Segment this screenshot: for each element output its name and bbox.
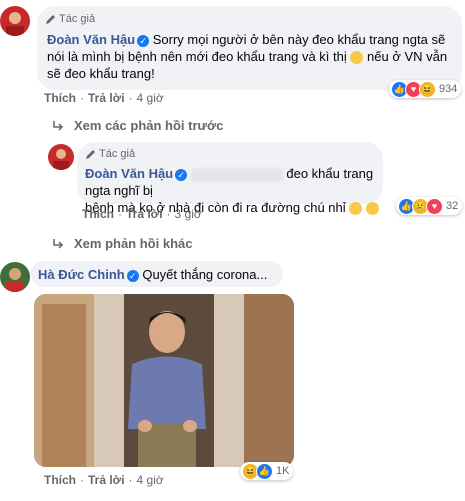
reaction-summary[interactable]: 👍 😢 ♥ 32 (396, 197, 463, 215)
reply-link[interactable]: Trả lời (88, 91, 125, 105)
separator-dot: · (80, 473, 84, 487)
comment-photo[interactable] (34, 294, 294, 467)
profile-photo (0, 6, 30, 36)
love-reaction-icon: ♥ (426, 197, 443, 215)
comment-text-line3: sẽ đeo khẩu trang! (47, 66, 155, 81)
reaction-count: 1K (276, 465, 290, 477)
separator-dot: · (118, 207, 122, 221)
separator-dot: · (166, 207, 171, 221)
author-tag-label: Tác giả (99, 148, 136, 160)
reply-link[interactable]: Trả lời (126, 207, 163, 221)
comment-text: Quyết thắng corona... (142, 267, 268, 282)
comment-actions: Thích · Trả lời · 4 giờ (44, 91, 164, 105)
comment-bubble: Tác giả Đoàn Văn Hậu ✓ Sorry mọi người ở … (37, 6, 462, 90)
pencil-icon (46, 14, 55, 24)
separator-dot: · (128, 473, 133, 487)
separator-dot: · (128, 91, 133, 105)
author-tag-label: Tác giả (59, 13, 96, 25)
timestamp[interactable]: 4 giờ (137, 91, 164, 105)
redacted-mention (190, 167, 283, 182)
avatar[interactable] (0, 262, 30, 292)
reply-actions: Thích · Trả lời · 3 giờ (82, 207, 202, 221)
verified-icon: ✓ (126, 269, 139, 282)
commenter-name[interactable]: Hà Đức Chinh (38, 267, 125, 282)
pencil-icon (86, 149, 95, 159)
timestamp[interactable]: 3 giờ (175, 207, 202, 221)
timestamp[interactable]: 4 giờ (137, 473, 164, 487)
comment-text-line2: nói là mình bị bệnh nên mới đeo khẩu tra… (47, 49, 347, 64)
profile-photo (48, 144, 74, 170)
comment-text-line2b: nếu ở VN vẫn (367, 49, 448, 64)
reaction-summary[interactable]: 😆 👍 1K (240, 462, 294, 480)
profile-photo (0, 262, 30, 292)
commenter-name[interactable]: Đoàn Văn Hậu (85, 166, 173, 181)
pensive-emoji-icon (350, 51, 364, 65)
view-previous-replies[interactable]: Xem các phản hồi trước (52, 118, 223, 133)
avatar[interactable] (48, 144, 74, 170)
comment-text-line1: Sorry mọi người ở bên này đeo khẩu trang… (152, 32, 446, 47)
crying-emoji-icon (365, 202, 379, 216)
verified-icon: ✓ (137, 34, 150, 47)
reaction-count: 934 (439, 83, 458, 95)
photo-image (34, 294, 294, 467)
verified-icon: ✓ (175, 168, 188, 181)
reply-link[interactable]: Trả lời (88, 473, 125, 487)
reply-arrow-icon (53, 238, 64, 249)
view-more-replies-label: Xem phản hồi khác (74, 236, 193, 251)
reaction-count: 32 (446, 200, 459, 212)
commenter-name[interactable]: Đoàn Văn Hậu (47, 32, 135, 47)
author-tag: Tác giả (45, 13, 95, 25)
crying-emoji-icon (349, 202, 363, 216)
comment-actions: Thích · Trả lời · 4 giờ (44, 473, 164, 487)
author-tag: Tác giả (85, 148, 135, 160)
view-previous-replies-label: Xem các phản hồi trước (74, 118, 224, 133)
like-link[interactable]: Thích (82, 207, 114, 221)
reply-bubble: Tác giả Đoàn Văn Hậu ✓ đeo khẩu trang ngt… (77, 142, 383, 216)
like-link[interactable]: Thích (44, 91, 76, 105)
separator-dot: · (80, 91, 84, 105)
reaction-summary[interactable]: 👍 ♥ 😆 934 (389, 80, 462, 98)
haha-reaction-icon: 😆 (419, 80, 436, 98)
comment-bubble: Hà Đức Chinh ✓ Quyết thắng corona... (31, 261, 283, 287)
view-more-replies[interactable]: Xem phản hồi khác (52, 236, 192, 251)
like-reaction-icon: 👍 (256, 462, 273, 480)
avatar[interactable] (0, 6, 30, 36)
reply-arrow-icon (53, 120, 64, 131)
like-link[interactable]: Thích (44, 473, 76, 487)
